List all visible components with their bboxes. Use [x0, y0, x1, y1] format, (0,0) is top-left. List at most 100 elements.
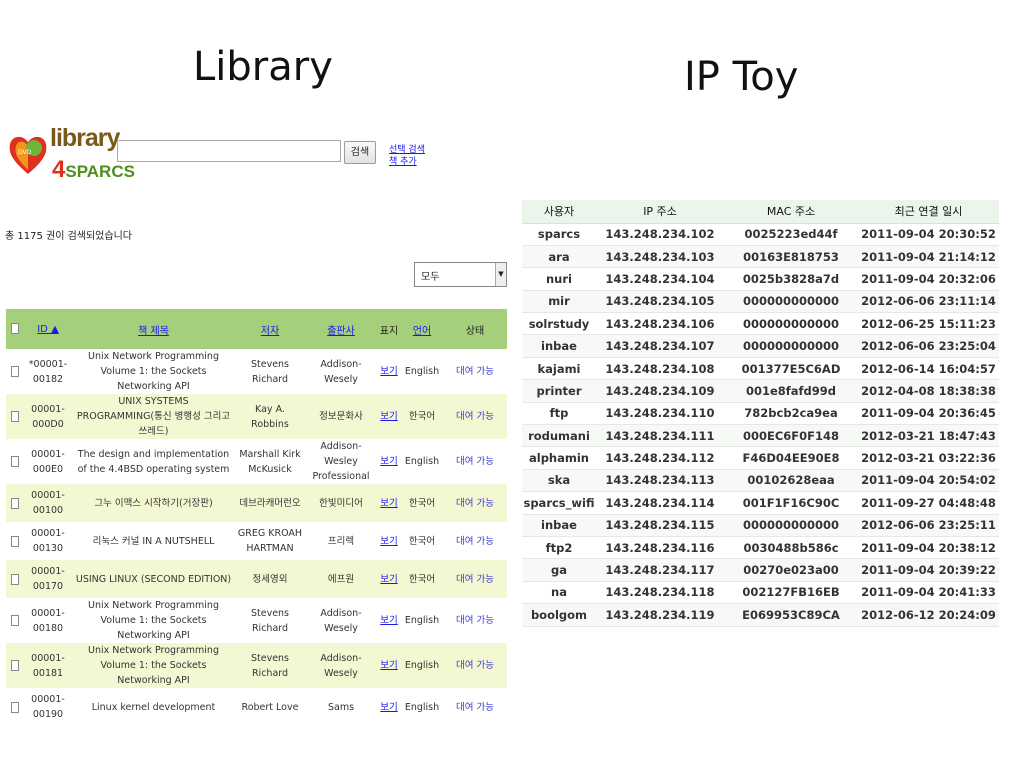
ip-row: nuri 143.248.234.104 0025b3828a7d 2011-09-0…: [522, 267, 999, 291]
cover-view-link[interactable]: 보기: [380, 615, 397, 626]
ip-mac: 782bcb2ca9ea: [724, 402, 858, 426]
col-language[interactable]: 언어: [401, 309, 443, 349]
ip-address: 143.248.234.112: [596, 446, 724, 470]
book-status: 대여 가능: [456, 456, 494, 467]
book-author: Stevens Richard: [235, 643, 305, 688]
cover-view-link[interactable]: 보기: [380, 411, 397, 422]
ip-user: solrstudy: [522, 312, 596, 336]
ip-mac: 000000000000: [724, 514, 858, 537]
book-status: 대여 가능: [443, 643, 507, 688]
cover-cell: 보기: [377, 598, 401, 643]
ip-last-connected: 2012-03-21 03:22:36: [858, 446, 999, 470]
filter-select[interactable]: 모두 ▼: [414, 262, 507, 287]
add-book-link[interactable]: 책 추가: [389, 156, 425, 168]
col-publisher[interactable]: 출판사: [305, 309, 377, 349]
book-author: 정세영외: [235, 560, 305, 598]
ip-user: ska: [522, 469, 596, 493]
ip-row: na 143.248.234.118 002127FB16EB 2011-09-04 …: [522, 581, 999, 605]
ip-user: nuri: [522, 267, 596, 291]
iptoy-title: IP Toy: [684, 54, 799, 100]
col-title[interactable]: 책 제목: [72, 309, 235, 349]
cover-view-link[interactable]: 보기: [380, 366, 397, 377]
ip-user: sparcs: [522, 223, 596, 246]
library-title: Library: [193, 44, 333, 90]
ip-mac: 00163E818753: [724, 245, 858, 269]
col-cover: 표지: [377, 309, 401, 349]
book-row: 00001-00100 그누 이맥스 시작하기(거장판) 데브라캐머런오 한빛미디어 보…: [6, 484, 507, 522]
book-row: 00001-00130 리눅스 커널 IN A NUTSHELL GREG KROA…: [6, 522, 507, 560]
book-author: GREG KROAH HARTMAN: [237, 528, 303, 554]
ip-last-connected: 2012-06-25 15:11:23: [858, 312, 999, 336]
dropdown-arrow-icon[interactable]: ▼: [495, 263, 506, 286]
book-row: 00001-00170 USING LINUX (SECOND EDITION) 정…: [6, 560, 507, 598]
ip-address: 143.248.234.108: [596, 357, 724, 381]
ip-address: 143.248.234.109: [596, 379, 724, 403]
ip-last-connected: 2012-06-14 16:04:57: [858, 357, 999, 381]
row-checkbox[interactable]: [6, 349, 24, 394]
row-checkbox[interactable]: [6, 484, 24, 522]
cover-view-link[interactable]: 보기: [380, 702, 397, 713]
ip-user: boolgom: [522, 603, 596, 627]
book-publisher: Sams: [327, 701, 355, 713]
row-checkbox[interactable]: [6, 394, 24, 439]
row-checkbox[interactable]: [6, 522, 24, 560]
cover-view-link[interactable]: 보기: [380, 574, 397, 585]
book-publisher: 정보문화사: [305, 394, 377, 439]
cover-view-link[interactable]: 보기: [380, 456, 397, 467]
ip-mac: 0030488b586c: [724, 536, 858, 560]
book-author: Robert Love: [241, 701, 299, 713]
search-input[interactable]: [117, 140, 341, 162]
cover-view-link[interactable]: 보기: [380, 536, 397, 547]
book-author: 데브라캐머런오: [235, 484, 305, 522]
ip-last-connected: 2011-09-27 04:48:48: [858, 491, 999, 515]
book-title: 리눅스 커널 IN A NUTSHELL: [92, 535, 215, 547]
ip-row: kajami 143.248.234.108 001377E5C6AD 2012-06…: [522, 357, 999, 381]
book-language: English: [404, 701, 440, 713]
ip-row: rodumani 143.248.234.111 000EC6F0F148 2012-…: [522, 424, 999, 448]
ip-mac: 000000000000: [724, 312, 858, 336]
library-logo[interactable]: DVD library 4SPARCS: [8, 124, 135, 188]
ip-last-connected: 2012-03-21 18:47:43: [858, 424, 999, 448]
cover-view-link[interactable]: 보기: [380, 660, 397, 671]
ip-table-header: 사용자 IP 주소 MAC 주소 최근 연결 일시: [522, 200, 999, 224]
ip-user: ftp2: [522, 536, 596, 560]
cover-cell: 보기: [377, 560, 401, 598]
book-language: English: [404, 456, 440, 467]
book-author: Marshall Kirk McKusick: [239, 448, 301, 475]
ip-row: ska 143.248.234.113 00102628eaa 2011-09-04 …: [522, 469, 999, 493]
ip-last-connected: 2011-09-04 20:32:06: [858, 267, 999, 291]
ip-mac: 000000000000: [724, 334, 858, 358]
ip-user: ara: [522, 245, 596, 269]
ip-row: ga 143.248.234.117 00270e023a00 2011-09-04 …: [522, 558, 999, 582]
select-all-checkbox[interactable]: [6, 309, 24, 349]
book-id: 00001-000E0: [31, 448, 65, 475]
ip-row: sparcs_wifi 143.248.234.114 001F1F16C90C 20…: [522, 491, 999, 515]
ip-table: 사용자 IP 주소 MAC 주소 최근 연결 일시 sparcs 143.248.…: [522, 200, 999, 627]
book-table-header: ID ▲ 책 제목 저자 출판사 표지 언어 상태: [6, 309, 507, 349]
book-publisher: Addison-Wesely: [320, 358, 362, 385]
ip-user: printer: [522, 379, 596, 403]
ip-row: sparcs 143.248.234.102 0025223ed44f 2011-09…: [522, 223, 999, 246]
cover-cell: 보기: [377, 688, 401, 726]
ip-last-connected: 2011-09-04 20:38:12: [858, 536, 999, 560]
book-language: English: [404, 366, 440, 377]
book-language: 한국어: [401, 484, 443, 522]
ip-row: solrstudy 143.248.234.106 000000000000 2012…: [522, 312, 999, 336]
search-button[interactable]: 검색: [344, 141, 376, 164]
book-table: ID ▲ 책 제목 저자 출판사 표지 언어 상태 *00001-00182 Un…: [6, 309, 507, 726]
row-checkbox[interactable]: [6, 688, 24, 726]
row-checkbox[interactable]: [6, 643, 24, 688]
book-language: 한국어: [401, 560, 443, 598]
row-checkbox[interactable]: [6, 598, 24, 643]
cover-view-link[interactable]: 보기: [380, 498, 397, 509]
ip-user: na: [522, 581, 596, 605]
book-publisher: Addison-Wesely: [320, 607, 362, 634]
col-id[interactable]: ID ▲: [24, 309, 72, 349]
row-checkbox[interactable]: [6, 439, 24, 484]
book-language: 한국어: [408, 535, 436, 547]
row-checkbox[interactable]: [6, 560, 24, 598]
advanced-search-link[interactable]: 선택 검색: [389, 144, 425, 156]
col-author[interactable]: 저자: [235, 309, 305, 349]
ip-last-connected: 2012-06-06 23:11:14: [858, 290, 999, 314]
col-status: 상태: [443, 309, 507, 349]
